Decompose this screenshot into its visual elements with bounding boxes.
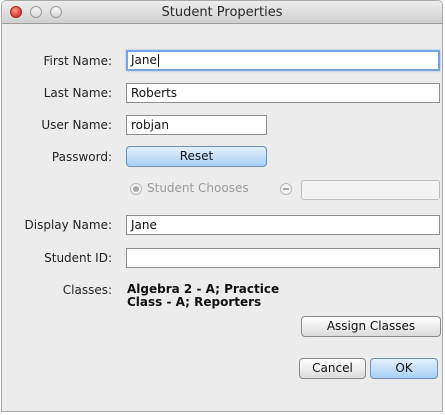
classes-label: Classes: bbox=[62, 283, 112, 297]
first-name-label: First Name: bbox=[43, 54, 112, 68]
student-id-field[interactable] bbox=[126, 248, 440, 268]
display-name-field[interactable]: Jane bbox=[126, 215, 440, 235]
custom-password-field[interactable] bbox=[301, 180, 440, 200]
assign-classes-button[interactable]: Assign Classes bbox=[301, 316, 441, 337]
classes-line-2: Class - A; Reporters bbox=[127, 295, 262, 309]
student-id-label: Student ID: bbox=[44, 251, 112, 265]
student-properties-window: Student Properties First Name: Jane Last… bbox=[1, 0, 443, 412]
last-name-label: Last Name: bbox=[43, 86, 112, 100]
last-name-value: Roberts bbox=[131, 86, 178, 100]
display-name-label: Display Name: bbox=[24, 218, 113, 232]
user-name-label: User Name: bbox=[41, 118, 112, 132]
display-name-value: Jane bbox=[131, 218, 157, 232]
user-name-value: robjan bbox=[131, 118, 169, 132]
ok-button[interactable]: OK bbox=[370, 358, 438, 379]
cancel-button[interactable]: Cancel bbox=[299, 358, 366, 379]
first-name-value: Jane bbox=[131, 53, 157, 67]
student-chooses-label: Student Chooses bbox=[147, 181, 249, 195]
student-chooses-radio[interactable] bbox=[130, 183, 142, 195]
last-name-field[interactable]: Roberts bbox=[126, 83, 440, 103]
window-title: Student Properties bbox=[161, 5, 283, 20]
password-label: Password: bbox=[51, 150, 112, 164]
title-bar: Student Properties bbox=[2, 1, 442, 24]
reset-password-button[interactable]: Reset bbox=[126, 146, 267, 167]
user-name-field[interactable]: robjan bbox=[126, 115, 267, 135]
radio-mixed-dash bbox=[283, 188, 289, 190]
radio-selected-dot bbox=[133, 186, 139, 192]
text-caret bbox=[157, 54, 159, 67]
custom-password-radio[interactable] bbox=[280, 183, 292, 195]
first-name-field[interactable]: Jane bbox=[126, 50, 440, 71]
